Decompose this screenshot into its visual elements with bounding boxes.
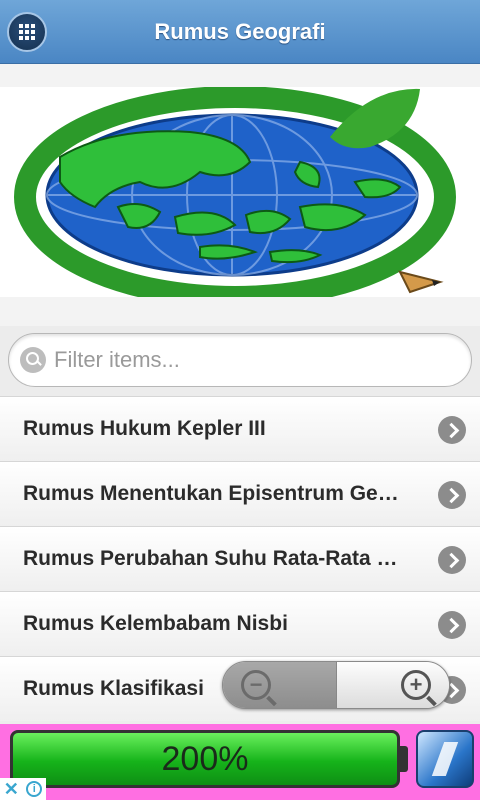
search-bar[interactable] bbox=[8, 333, 472, 387]
search-icon bbox=[20, 347, 46, 373]
close-icon[interactable]: ✕ bbox=[4, 780, 19, 798]
ad-choices: ✕ i bbox=[0, 778, 46, 800]
list-item[interactable]: Rumus Kelembabam Nisbi bbox=[0, 591, 480, 656]
zoom-in-icon: + bbox=[401, 670, 431, 700]
list-item[interactable]: Rumus Menentukan Episentrum Ge… bbox=[0, 461, 480, 526]
globe-leaf-logo bbox=[14, 86, 456, 308]
zoom-in-button[interactable]: + bbox=[336, 662, 449, 708]
page-title: Rumus Geografi bbox=[154, 18, 326, 44]
zoom-out-icon: − bbox=[241, 670, 271, 700]
battery-graphic: 200% bbox=[10, 730, 400, 788]
battery-tip bbox=[400, 746, 408, 772]
list-item-label: Rumus Perubahan Suhu Rata-Rata … bbox=[23, 547, 398, 570]
logo-area bbox=[0, 64, 480, 326]
list-item-label: Rumus Menentukan Episentrum Ge… bbox=[23, 482, 399, 505]
grid-icon bbox=[19, 24, 35, 40]
list-item[interactable]: Rumus Hukum Kepler III bbox=[0, 396, 480, 461]
info-icon[interactable]: i bbox=[26, 781, 43, 797]
chevron-right-icon bbox=[438, 416, 466, 444]
chevron-right-icon bbox=[438, 611, 466, 639]
ad-banner[interactable]: 200% bbox=[0, 724, 480, 800]
zoom-control: − + bbox=[222, 661, 450, 709]
list-item[interactable]: Rumus Perubahan Suhu Rata-Rata … bbox=[0, 526, 480, 591]
search-input[interactable] bbox=[54, 347, 444, 373]
zoom-out-button[interactable]: − bbox=[223, 662, 336, 708]
battery-percentage: 200% bbox=[161, 739, 249, 778]
app-header: Rumus Geografi bbox=[0, 0, 480, 64]
menu-button[interactable] bbox=[7, 12, 47, 52]
chevron-right-icon bbox=[438, 481, 466, 509]
logo-card bbox=[0, 86, 480, 308]
chevron-right-icon bbox=[438, 546, 466, 574]
list-item-label: Rumus Hukum Kepler III bbox=[23, 417, 266, 440]
battery-app-icon bbox=[416, 730, 474, 788]
list-item-label: Rumus Kelembabam Nisbi bbox=[23, 612, 288, 635]
